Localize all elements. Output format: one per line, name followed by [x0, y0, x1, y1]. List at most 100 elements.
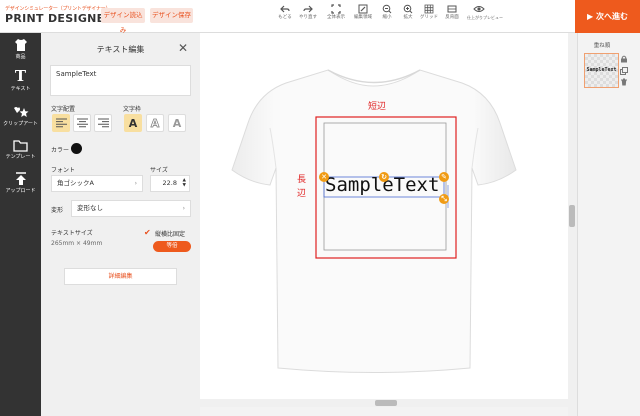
rail-item-text[interactable]: T テキスト: [0, 67, 41, 93]
rail-item-upload[interactable]: アップロード: [0, 172, 41, 194]
zoom-in-icon: [403, 4, 413, 14]
align-label: 文字配置: [51, 106, 76, 113]
align-right-button[interactable]: [94, 114, 112, 132]
layer-item[interactable]: SampleText: [584, 53, 619, 88]
frame-shadow-button[interactable]: A: [168, 114, 186, 132]
detail-edit-button[interactable]: 詳細編集: [64, 268, 177, 285]
redo-button[interactable]: やり直す: [297, 4, 319, 21]
color-swatch[interactable]: [71, 143, 82, 154]
layer-item-text: SampleText: [586, 67, 617, 73]
text-icon: T: [14, 67, 27, 85]
rail-label-text: テキスト: [10, 86, 31, 92]
design-canvas[interactable]: [200, 33, 568, 399]
grid-button[interactable]: グリッド: [418, 4, 440, 21]
chevron-right-icon: ›: [134, 180, 137, 187]
layers-title: 重ね順: [593, 43, 611, 49]
align-left-icon: [55, 118, 67, 128]
transform-value: 変形なし: [77, 204, 103, 212]
horizontal-scrollbar[interactable]: [200, 399, 568, 407]
save-design-button[interactable]: デザイン保存: [150, 8, 193, 23]
preview-icon: [473, 6, 485, 12]
redo-icon: [303, 5, 313, 13]
vertical-scrollbar[interactable]: [568, 33, 577, 416]
back-side-label: 反背面: [445, 15, 459, 20]
scroll-thumb[interactable]: [375, 400, 397, 406]
zoom-in-label: 拡大: [403, 15, 413, 20]
transform-select[interactable]: 変形なし ›: [71, 200, 191, 217]
checkmark-icon[interactable]: ✔: [144, 228, 151, 237]
back-side-icon: [447, 5, 457, 13]
back-side-button[interactable]: 反背面: [441, 4, 463, 21]
preview-label: 仕上がりプレビュー: [467, 15, 503, 20]
redo-label: やり直す: [299, 15, 317, 20]
short-side-label: 短辺: [368, 102, 387, 112]
upload-icon: [15, 172, 26, 185]
close-icon[interactable]: ✕: [178, 42, 188, 54]
logo-title: PRINT DESIGNER: [5, 12, 114, 25]
delete-handle-icon[interactable]: ✕: [319, 172, 329, 182]
frame-label: 文字枠: [123, 106, 142, 113]
zoom-out-label: 縮小: [382, 15, 392, 20]
size-label: サイズ: [150, 167, 168, 174]
grid-icon: [424, 4, 434, 14]
grid-label: グリッド: [420, 15, 438, 20]
fullscreen-icon: [331, 4, 341, 14]
top-bar: デザインシミュレーター（プリントデザイナー） PRINT DESIGNER デザ…: [0, 0, 640, 34]
undo-label: もどる: [278, 15, 292, 20]
text-edit-panel: テキスト編集 ✕ SampleText 文字配置 文字枠 A A A カラー フ…: [41, 33, 200, 416]
undo-icon: [280, 5, 290, 13]
scroll-thumb[interactable]: [569, 205, 575, 227]
copy-icon[interactable]: [620, 67, 628, 75]
color-label: カラー: [51, 147, 70, 154]
text-input[interactable]: SampleText: [50, 65, 191, 96]
rail-label-product: 商品: [15, 54, 26, 60]
textsize-label: テキストサイズ: [51, 230, 93, 237]
next-arrow-icon: ▶: [587, 12, 596, 21]
layers-panel: 重ね順 SampleText: [577, 33, 640, 416]
frame-none-button[interactable]: A: [124, 114, 142, 132]
align-center-icon: [76, 118, 88, 128]
rail-item-clipart[interactable]: クリップアート: [0, 105, 41, 127]
clipart-icon: [13, 107, 28, 117]
align-left-button[interactable]: [52, 114, 70, 132]
tshirt-image: [231, 69, 517, 373]
long-side-label: 長辺: [297, 175, 307, 199]
zoom-out-button[interactable]: 縮小: [376, 4, 398, 21]
rail-label-upload: アップロード: [5, 188, 36, 194]
align-center-button[interactable]: [73, 114, 91, 132]
chevron-right-icon: ›: [182, 205, 185, 212]
zoom-in-button[interactable]: 拡大: [397, 4, 419, 21]
preview-button[interactable]: 仕上がりプレビュー: [467, 4, 503, 21]
edit-area-button[interactable]: 編集領域: [352, 4, 374, 21]
rotate-handle-icon[interactable]: ↻: [379, 172, 389, 182]
size-input[interactable]: 22.8 ▲ ▼: [150, 175, 190, 192]
rail-item-template[interactable]: テンプレート: [0, 139, 41, 160]
logo: デザインシミュレーター（プリントデザイナー） PRINT DESIGNER: [5, 5, 114, 25]
fullscreen-label: 全体表示: [327, 15, 345, 20]
font-label: フォント: [51, 167, 76, 174]
undo-button[interactable]: もどる: [274, 4, 296, 21]
stepper-icon[interactable]: ▲ ▼: [183, 178, 186, 188]
lock-icon[interactable]: [620, 55, 628, 63]
load-design-button[interactable]: デザイン読込み: [101, 8, 145, 34]
tshirt-icon: [14, 39, 27, 51]
folder-icon: [13, 140, 28, 152]
rail-label-clipart: クリップアート: [3, 121, 38, 127]
frame-outline-button[interactable]: A: [146, 114, 164, 132]
edit-handle-icon[interactable]: ✎: [439, 172, 449, 182]
trash-icon[interactable]: [620, 78, 628, 86]
rail-label-template: テンプレート: [5, 154, 36, 160]
fullscreen-button[interactable]: 全体表示: [325, 4, 347, 21]
next-button[interactable]: ▶ 次へ進む: [575, 0, 640, 33]
rail-item-product[interactable]: 商品: [0, 38, 41, 60]
textsize-value: 265mm × 49mm: [51, 240, 103, 247]
ratio-tag[interactable]: 等倍: [153, 241, 191, 252]
resize-handle-icon[interactable]: ⤡: [439, 194, 449, 204]
left-rail: 商品 T テキスト クリップアート テンプレート アップロード: [0, 33, 41, 416]
edit-area-label: 編集領域: [354, 15, 372, 20]
size-value: 22.8: [162, 179, 177, 187]
ratio-lock-label[interactable]: 縦横比固定: [155, 229, 185, 238]
font-select[interactable]: 角ゴシックA ›: [51, 175, 143, 192]
panel-title: テキスト編集: [96, 45, 145, 54]
logo-subtitle: デザインシミュレーター（プリントデザイナー）: [5, 6, 111, 12]
